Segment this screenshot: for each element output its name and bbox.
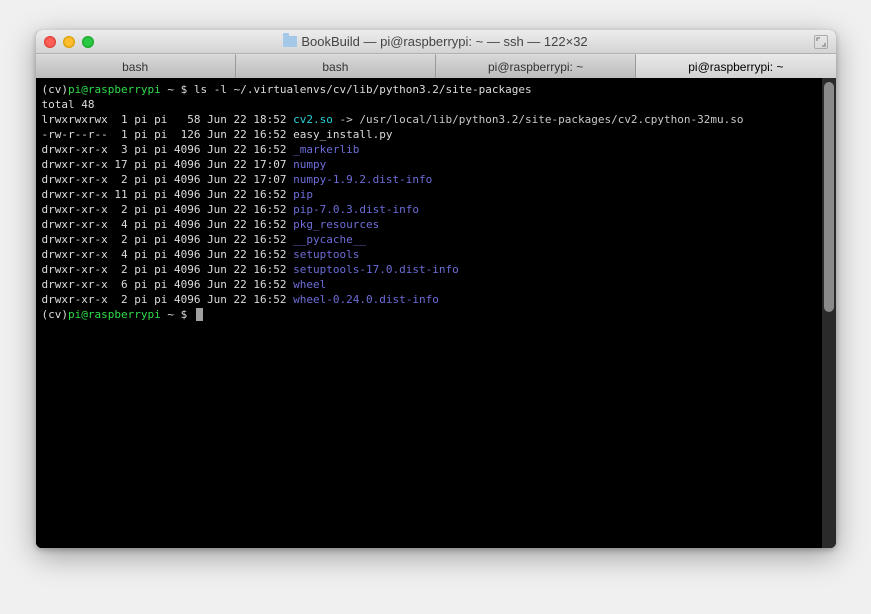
window-title-text: BookBuild — pi@raspberrypi: ~ — ssh — 12…: [301, 34, 587, 49]
close-icon[interactable]: [44, 36, 56, 48]
tab-3[interactable]: pi@raspberrypi: ~: [636, 54, 835, 78]
tab-0[interactable]: bash: [36, 54, 236, 78]
tab-1[interactable]: bash: [236, 54, 436, 78]
terminal-body: (cv)pi@raspberrypi ~ $ ls -l ~/.virtuale…: [36, 78, 836, 548]
tab-2[interactable]: pi@raspberrypi: ~: [436, 54, 636, 78]
window-title: BookBuild — pi@raspberrypi: ~ — ssh — 12…: [36, 34, 836, 49]
traffic-lights: [44, 36, 94, 48]
tab-bar: bashbashpi@raspberrypi: ~pi@raspberrypi:…: [36, 54, 836, 78]
cursor: [196, 308, 203, 321]
scroll-thumb[interactable]: [824, 82, 834, 312]
zoom-icon[interactable]: [82, 36, 94, 48]
terminal-output[interactable]: (cv)pi@raspberrypi ~ $ ls -l ~/.virtuale…: [36, 78, 822, 548]
folder-icon: [283, 36, 297, 47]
titlebar[interactable]: BookBuild — pi@raspberrypi: ~ — ssh — 12…: [36, 30, 836, 54]
minimize-icon[interactable]: [63, 36, 75, 48]
scrollbar[interactable]: [822, 78, 836, 548]
fullscreen-icon[interactable]: [814, 35, 828, 49]
terminal-window: BookBuild — pi@raspberrypi: ~ — ssh — 12…: [36, 30, 836, 548]
